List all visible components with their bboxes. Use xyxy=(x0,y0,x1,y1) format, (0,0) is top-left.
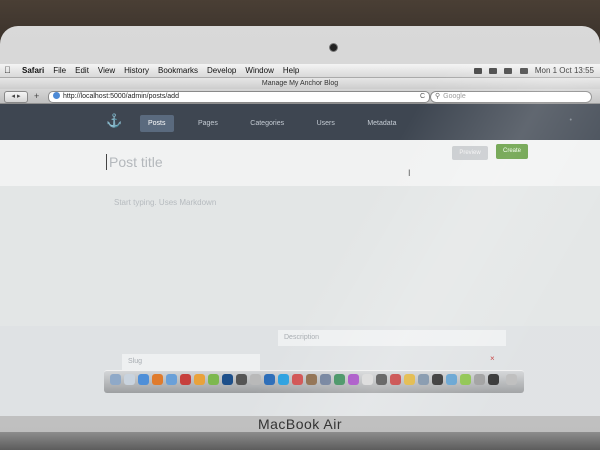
terminal-icon[interactable] xyxy=(236,374,247,385)
reload-icon[interactable]: C xyxy=(420,92,425,102)
mail-icon[interactable] xyxy=(166,374,177,385)
calendar-icon[interactable] xyxy=(180,374,191,385)
text-cursor-icon: I xyxy=(408,168,411,178)
app-icon[interactable] xyxy=(390,374,401,385)
back-forward-button[interactable]: ◂ ▸ xyxy=(4,91,28,103)
admin-nav-links: Posts Pages Categories Users Metadata xyxy=(140,112,417,132)
launchpad-icon[interactable] xyxy=(124,374,135,385)
menu-file[interactable]: File xyxy=(53,66,66,75)
trash-icon[interactable] xyxy=(506,374,517,385)
device-brand: MacBook Air xyxy=(257,416,343,432)
menu-history[interactable]: History xyxy=(124,66,149,75)
app-icon[interactable] xyxy=(446,374,457,385)
app-icon[interactable] xyxy=(264,374,275,385)
app-icon[interactable] xyxy=(376,374,387,385)
camera-icon xyxy=(330,44,337,51)
app-icon[interactable] xyxy=(474,374,485,385)
skype-icon[interactable] xyxy=(278,374,289,385)
app-icon[interactable] xyxy=(250,374,261,385)
nav-users[interactable]: Users xyxy=(309,115,343,132)
window-title: Manage My Anchor Blog xyxy=(0,78,600,89)
photoshop-icon[interactable] xyxy=(222,374,233,385)
browser-toolbar: ◂ ▸ + http://localhost:5000/admin/posts/… xyxy=(0,89,600,104)
delete-icon[interactable]: × xyxy=(490,354,495,363)
menu-bookmarks[interactable]: Bookmarks xyxy=(158,66,198,75)
menu-icon[interactable]: • xyxy=(570,117,572,124)
finder-icon[interactable] xyxy=(110,374,121,385)
add-bookmark-button[interactable]: + xyxy=(34,91,39,101)
wifi-icon[interactable] xyxy=(489,67,498,74)
app-icon[interactable] xyxy=(292,374,303,385)
nav-metadata[interactable]: Metadata xyxy=(359,115,404,132)
search-icon: ⚲ xyxy=(435,93,441,100)
app-icon[interactable] xyxy=(362,374,373,385)
app-icon[interactable] xyxy=(348,374,359,385)
volume-icon[interactable] xyxy=(504,67,513,74)
create-button[interactable]: Create xyxy=(496,144,528,159)
nav-pages[interactable]: Pages xyxy=(190,115,226,132)
app-icon[interactable] xyxy=(418,374,429,385)
menu-window[interactable]: Window xyxy=(245,66,273,75)
globe-icon xyxy=(53,92,60,99)
nav-categories[interactable]: Categories xyxy=(242,115,292,132)
app-icon[interactable] xyxy=(432,374,443,385)
firefox-icon[interactable] xyxy=(152,374,163,385)
anchor-icon[interactable]: ⚓ xyxy=(106,113,122,129)
menu-develop[interactable]: Develop xyxy=(207,66,236,75)
app-icon[interactable] xyxy=(320,374,331,385)
menu-help[interactable]: Help xyxy=(283,66,299,75)
keyboard-edge xyxy=(0,432,600,450)
laptop-screen:  Safari File Edit View History Bookmarks Deve… xyxy=(0,64,600,416)
app-icon[interactable] xyxy=(488,374,499,385)
admin-navbar: ⚓ Posts Pages Categories Users Metadata … xyxy=(0,104,600,140)
app-icon[interactable] xyxy=(404,374,415,385)
description-input[interactable]: Description xyxy=(278,330,506,346)
nav-posts[interactable]: Posts xyxy=(140,115,174,132)
notes-icon[interactable] xyxy=(194,374,205,385)
menu-safari[interactable]: Safari xyxy=(22,66,44,75)
app-icon[interactable] xyxy=(306,374,317,385)
menu-edit[interactable]: Edit xyxy=(75,66,89,75)
menu-view[interactable]: View xyxy=(98,66,115,75)
battery-icon[interactable] xyxy=(519,67,528,74)
app-icon[interactable] xyxy=(460,374,471,385)
slug-input[interactable]: Slug xyxy=(122,354,260,370)
mac-menubar:  Safari File Edit View History Bookmarks Deve… xyxy=(0,64,600,78)
body-placeholder: Start typing. Uses Markdown xyxy=(114,198,217,207)
app-icon[interactable] xyxy=(334,374,345,385)
post-title-input[interactable]: Post title xyxy=(106,154,163,170)
mac-dock xyxy=(104,370,524,393)
preview-button[interactable]: Preview xyxy=(452,146,488,160)
search-field[interactable]: ⚲ Google xyxy=(430,91,592,103)
messages-icon[interactable] xyxy=(208,374,219,385)
apple-icon[interactable]:  xyxy=(4,64,11,77)
menubar-status: Mon 1 Oct 13:55 xyxy=(469,64,594,77)
menubar-menus: Safari File Edit View History Bookmarks Develo… xyxy=(22,64,308,77)
safari-icon[interactable] xyxy=(138,374,149,385)
url-text: http://localhost:5000/admin/posts/add xyxy=(63,93,179,100)
status-icon[interactable] xyxy=(473,67,482,74)
search-placeholder: Google xyxy=(443,93,466,100)
address-bar[interactable]: http://localhost:5000/admin/posts/add C xyxy=(48,91,430,103)
menubar-clock[interactable]: Mon 1 Oct 13:55 xyxy=(535,66,594,75)
